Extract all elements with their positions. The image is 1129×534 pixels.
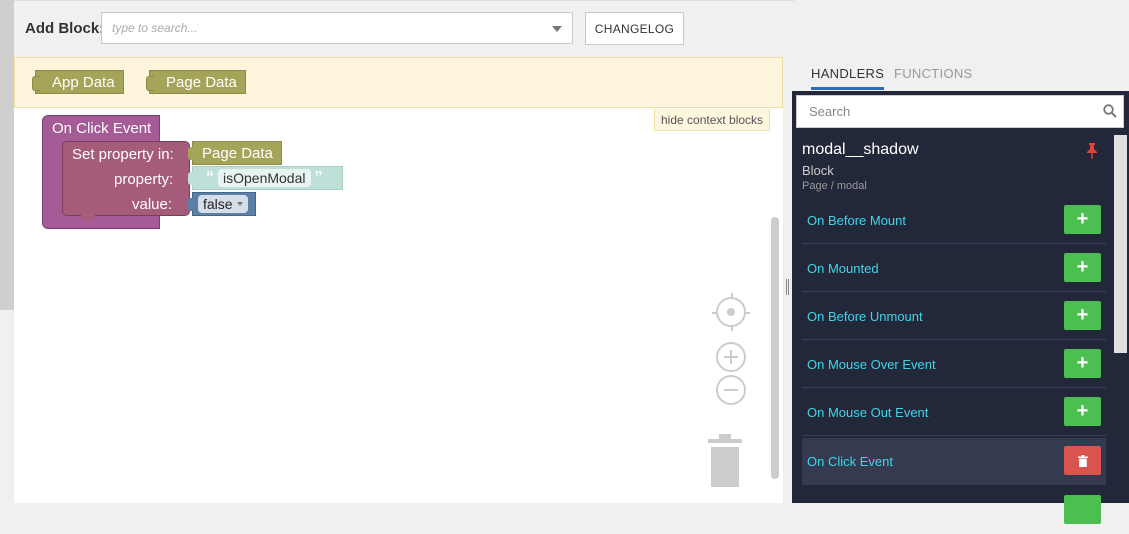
tab-handlers[interactable]: HANDLERS: [811, 66, 885, 90]
zoom-out-icon[interactable]: [716, 375, 746, 405]
block-connector: [32, 76, 40, 91]
set-property-in-label: Set property in:: [72, 146, 174, 163]
hide-context-blocks-link[interactable]: hide context blocks: [654, 109, 771, 131]
handler-label: On Before Unmount: [807, 309, 923, 324]
selected-block-path: Page / modal: [802, 180, 867, 192]
top-divider: [14, 0, 794, 1]
page-data-label: Page Data: [166, 73, 237, 91]
changelog-button[interactable]: CHANGELOG: [585, 12, 684, 45]
handler-search-input[interactable]: [797, 96, 1111, 127]
close-quote-icon: ”: [314, 169, 323, 186]
value-label: value:: [132, 196, 173, 213]
page-data-value-block[interactable]: Page Data: [188, 141, 282, 165]
handler-label: On Mouse Out Event: [807, 405, 929, 420]
boolean-dropdown[interactable]: false: [198, 195, 248, 213]
property-label: property:: [114, 171, 174, 188]
zoom-in-icon[interactable]: [716, 342, 746, 372]
handler-row-on-mounted[interactable]: On Mounted +: [802, 245, 1106, 292]
dropdown-arrow-icon: [236, 202, 243, 206]
page-data-block[interactable]: Page Data: [146, 70, 246, 94]
block-connector: [146, 76, 154, 91]
blockly-workspace[interactable]: App Data Page Data hide context blocks O…: [14, 57, 783, 503]
block-connector: [188, 172, 194, 185]
handler-label: On Mounted: [807, 261, 879, 276]
handlers-panel: modal__shadow Block Page / modal On Befo…: [792, 91, 1129, 524]
selected-block-type: Block: [802, 163, 834, 178]
block-search-input[interactable]: [102, 13, 542, 43]
text-value-block[interactable]: “ isOpenModal ”: [188, 166, 343, 190]
handler-row-on-before-mount[interactable]: On Before Mount +: [802, 197, 1106, 244]
trash-icon: [1077, 454, 1088, 467]
add-block-label: Add Block:: [25, 20, 105, 37]
handler-row-partial[interactable]: [802, 487, 1106, 534]
add-handler-button[interactable]: [1064, 495, 1101, 524]
tab-functions[interactable]: FUNCTIONS: [894, 66, 973, 81]
handler-row-on-mouse-over-event[interactable]: On Mouse Over Event +: [802, 341, 1106, 388]
add-handler-button[interactable]: +: [1064, 205, 1101, 234]
panel-scrollbar[interactable]: [1114, 135, 1127, 353]
property-text-field[interactable]: isOpenModal: [218, 169, 311, 187]
add-handler-button[interactable]: +: [1064, 301, 1101, 330]
chevron-down-icon[interactable]: [552, 26, 562, 32]
handler-label: On Before Mount: [807, 213, 906, 228]
pin-icon[interactable]: [1086, 143, 1098, 159]
handler-row-on-click-event[interactable]: On Click Event: [802, 438, 1106, 485]
block-connector: [188, 147, 194, 160]
page-data-value-label: Page Data: [202, 144, 273, 162]
app-data-block[interactable]: App Data: [32, 70, 124, 94]
delete-handler-button[interactable]: [1064, 446, 1101, 475]
search-icon[interactable]: [1103, 104, 1117, 118]
set-property-block[interactable]: Set property in: property: value:: [62, 141, 190, 221]
block-search-dropdown[interactable]: [101, 12, 573, 44]
boolean-value: false: [203, 196, 233, 212]
handler-row-on-mouse-out-event[interactable]: On Mouse Out Event +: [802, 389, 1106, 436]
workspace-scrollbar[interactable]: [771, 217, 779, 479]
handler-row-on-before-unmount[interactable]: On Before Unmount +: [802, 293, 1106, 340]
handler-label: On Click Event: [807, 454, 893, 469]
add-handler-button[interactable]: +: [1064, 253, 1101, 282]
handler-search-box[interactable]: [796, 95, 1124, 128]
handler-label: On Mouse Over Event: [807, 357, 936, 372]
add-handler-button[interactable]: +: [1064, 397, 1101, 426]
open-quote-icon: “: [206, 169, 214, 186]
selected-block-name: modal__shadow: [802, 141, 919, 158]
trash-icon[interactable]: [704, 433, 746, 489]
add-handler-button[interactable]: +: [1064, 349, 1101, 378]
block-connector: [188, 198, 194, 211]
left-scroll-edge[interactable]: [0, 0, 14, 310]
recenter-icon[interactable]: [712, 293, 750, 331]
context-blocks-area: App Data Page Data: [14, 57, 783, 108]
app-data-label: App Data: [52, 73, 115, 91]
boolean-value-block[interactable]: false: [188, 192, 256, 216]
event-block-title: On Click Event: [52, 120, 152, 137]
